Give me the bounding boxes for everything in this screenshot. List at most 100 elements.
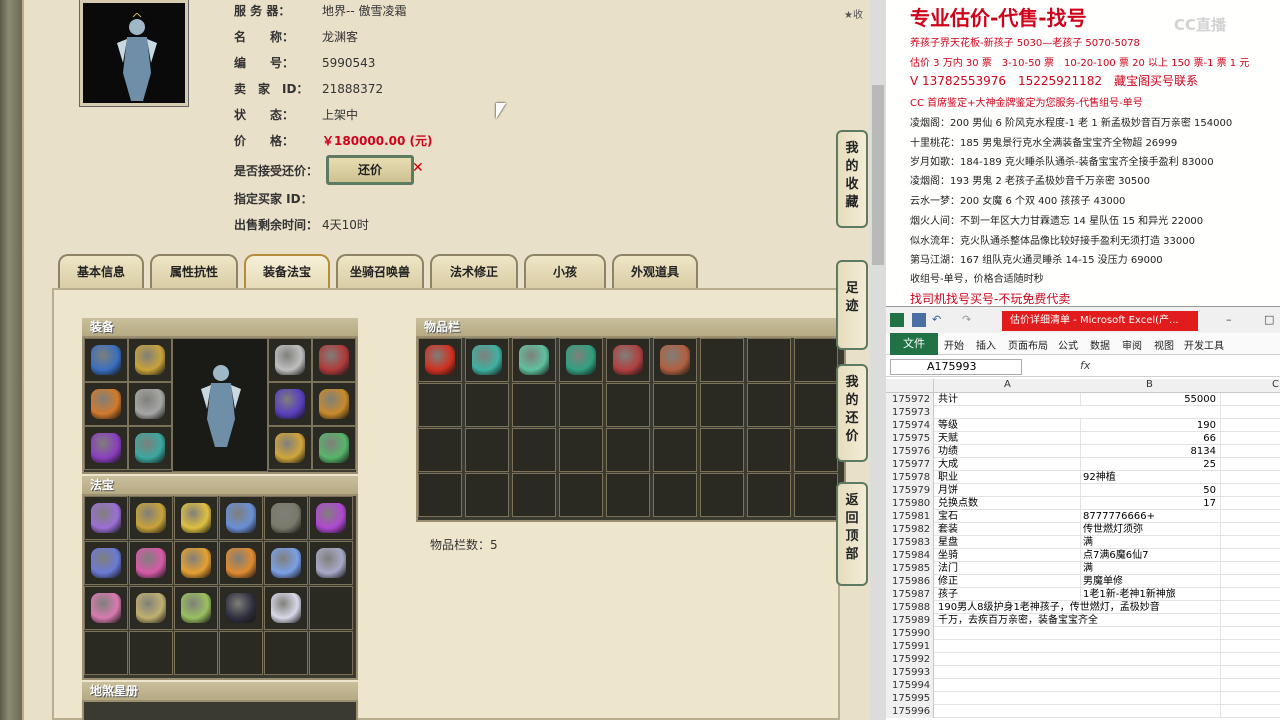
row-number[interactable]: 175991 [886, 640, 934, 653]
back-to-top-button[interactable]: 返回顶部 [836, 482, 868, 586]
row-number[interactable]: 175984 [886, 549, 934, 562]
equip-slot[interactable] [128, 426, 172, 470]
cell-c[interactable] [1220, 471, 1280, 484]
inventory-slot[interactable] [700, 428, 744, 472]
tab-1[interactable]: 属性抗性 [150, 254, 238, 288]
treasure-slot[interactable] [264, 496, 308, 540]
inventory-slot[interactable] [653, 338, 697, 382]
inventory-slot[interactable] [418, 383, 462, 427]
cell-b[interactable]: 50 [1080, 484, 1220, 497]
column-header-c[interactable]: C [1272, 379, 1279, 390]
inventory-slot[interactable] [512, 338, 556, 382]
cell-c[interactable] [1220, 562, 1280, 575]
cell-a[interactable]: 宝石 [936, 510, 1080, 523]
cell-c[interactable] [1220, 666, 1280, 679]
treasure-slot[interactable] [219, 586, 263, 630]
cell-b[interactable]: 55000 [1080, 393, 1220, 406]
treasure-slot[interactable] [264, 586, 308, 630]
cell-c[interactable] [1220, 510, 1280, 523]
inventory-slot[interactable] [465, 383, 509, 427]
cell-a[interactable]: 修正 [936, 575, 1080, 588]
cell-b[interactable]: 满 [1080, 536, 1220, 549]
tab-2[interactable]: 装备法宝 [244, 254, 330, 288]
equip-slot[interactable] [268, 382, 312, 426]
treasure-slot[interactable] [264, 631, 308, 675]
inventory-slot[interactable] [465, 428, 509, 472]
my-haggle-button[interactable]: 我的还价 [836, 364, 868, 462]
treasure-slot[interactable] [84, 631, 128, 675]
cell-c[interactable] [1220, 393, 1280, 406]
cell-a[interactable]: 坐骑 [936, 549, 1080, 562]
cell-b[interactable]: 17 [1080, 497, 1220, 510]
my-favorites-button[interactable]: 我的收藏 [836, 130, 868, 228]
row-number[interactable]: 175994 [886, 679, 934, 692]
row-number[interactable]: 175985 [886, 562, 934, 575]
inventory-slot[interactable] [747, 428, 791, 472]
cell-a[interactable]: 千万，去疾百万亲密，装备宝宝齐全 [936, 614, 1098, 627]
cell-a[interactable]: 月饼 [936, 484, 1080, 497]
cell-b[interactable]: 8777776666+ [1080, 510, 1220, 523]
treasure-slot[interactable] [174, 586, 218, 630]
cell-b[interactable]: 8134 [1080, 445, 1220, 458]
cell-c[interactable] [1220, 679, 1280, 692]
cell-c[interactable] [1220, 419, 1280, 432]
cell-c[interactable] [1220, 640, 1280, 653]
inventory-slot[interactable] [700, 473, 744, 517]
inventory-slot[interactable] [653, 428, 697, 472]
cell-c[interactable] [1220, 549, 1280, 562]
cell-c[interactable] [1220, 406, 1280, 419]
tab-4[interactable]: 法术修正 [430, 254, 518, 288]
ribbon-tab[interactable]: 开始 [944, 337, 964, 352]
cell-a[interactable]: 共计 [936, 393, 1080, 406]
cell-c[interactable] [1220, 484, 1280, 497]
inventory-slot[interactable] [418, 473, 462, 517]
treasure-slot[interactable] [174, 496, 218, 540]
inventory-slot[interactable] [747, 383, 791, 427]
row-number[interactable]: 175977 [886, 458, 934, 471]
inventory-slot[interactable] [512, 473, 556, 517]
row-number[interactable]: 175993 [886, 666, 934, 679]
inventory-slot[interactable] [465, 338, 509, 382]
column-header-b[interactable]: B [1146, 379, 1153, 390]
inventory-slot[interactable] [512, 383, 556, 427]
cell-a[interactable]: 功绩 [936, 445, 1080, 458]
inventory-slot[interactable] [418, 338, 462, 382]
inventory-slot[interactable] [606, 383, 650, 427]
cell-c[interactable] [1220, 692, 1280, 705]
cell-b[interactable]: 25 [1080, 458, 1220, 471]
cell-b[interactable]: 92神植 [1080, 471, 1220, 484]
equip-slot[interactable] [84, 338, 128, 382]
row-number[interactable]: 175987 [886, 588, 934, 601]
treasure-slot[interactable] [309, 586, 353, 630]
inventory-slot[interactable] [653, 383, 697, 427]
footprint-button[interactable]: 足迹 [836, 260, 868, 350]
cell-a[interactable]: 天赋 [936, 432, 1080, 445]
page-scrollbar[interactable] [870, 0, 886, 720]
close-icon[interactable]: ✕ [412, 160, 424, 176]
row-number[interactable]: 175973 [886, 406, 934, 419]
row-number[interactable]: 175989 [886, 614, 934, 627]
treasure-slot[interactable] [84, 541, 128, 585]
inventory-slot[interactable] [747, 473, 791, 517]
cell-a[interactable]: 职业 [936, 471, 1080, 484]
row-number[interactable]: 175981 [886, 510, 934, 523]
inventory-slot[interactable] [747, 338, 791, 382]
ribbon-tab[interactable]: 审阅 [1122, 337, 1142, 352]
favorite-link[interactable]: ★收 [844, 6, 863, 21]
ribbon-tab[interactable]: 开发工具 [1184, 337, 1224, 352]
treasure-slot[interactable] [129, 586, 173, 630]
cell-a[interactable]: 星盘 [936, 536, 1080, 549]
cell-c[interactable] [1220, 523, 1280, 536]
equip-slot[interactable] [312, 426, 356, 470]
row-number[interactable]: 175992 [886, 653, 934, 666]
maximize-icon[interactable]: □ [1264, 313, 1278, 327]
row-number[interactable]: 175974 [886, 419, 934, 432]
cell-b[interactable]: 1老1新-老神1新神旅 [1080, 588, 1220, 601]
treasure-slot[interactable] [264, 541, 308, 585]
cell-c[interactable] [1220, 653, 1280, 666]
inventory-slot[interactable] [794, 338, 838, 382]
inventory-slot[interactable] [700, 338, 744, 382]
cell-b[interactable]: 男魔单修 [1080, 575, 1220, 588]
treasure-slot[interactable] [219, 541, 263, 585]
ribbon-tab[interactable]: 数据 [1090, 337, 1110, 352]
